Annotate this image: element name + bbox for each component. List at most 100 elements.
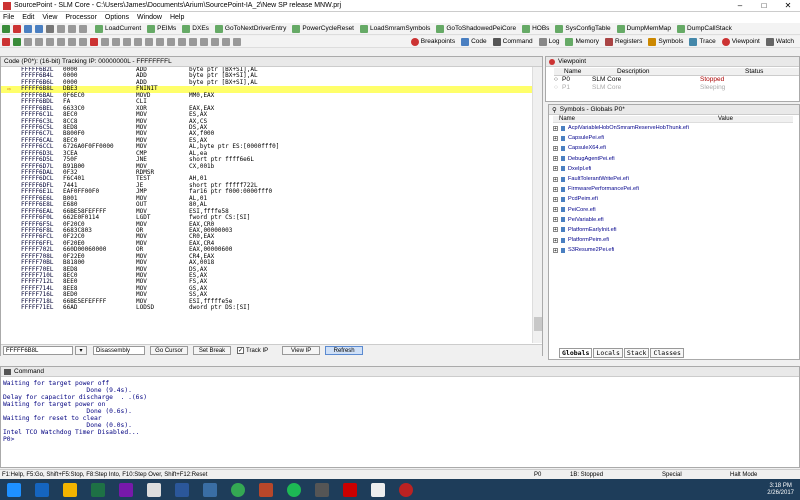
settings-icon[interactable] — [79, 24, 87, 33]
edge-icon[interactable] — [35, 482, 49, 497]
symbol-item[interactable]: + CapsuleX64.efi — [553, 143, 793, 153]
sourcepoint-icon[interactable] — [399, 482, 413, 497]
btn-gotoshadowedpeicore[interactable]: GoToShadowedPeiCore — [436, 24, 516, 33]
menu-help[interactable]: Help — [170, 14, 184, 21]
btn-loadcurrent[interactable]: LoadCurrent — [95, 24, 141, 33]
btn-dumpmemmap[interactable]: DumpMemMap — [616, 24, 671, 33]
help-icon[interactable] — [233, 37, 241, 46]
cascade-icon[interactable] — [211, 37, 219, 46]
btn-registers[interactable]: Registers — [604, 37, 642, 46]
expand-icon[interactable]: + — [553, 156, 558, 162]
link-icon[interactable] — [134, 37, 142, 46]
symbol-item[interactable]: + FirmwarePerformancePei.efi — [553, 184, 793, 194]
track-ip-checkbox[interactable]: ✓ Track IP — [237, 347, 268, 354]
symbol-item[interactable]: + PcdPeim.efi — [553, 194, 793, 204]
address-input[interactable]: FFFFF6B8L — [3, 346, 73, 355]
step-into-icon[interactable] — [24, 24, 32, 33]
btn-breakpoints[interactable]: Breakpoints — [410, 37, 455, 46]
expand-icon[interactable]: + — [553, 237, 558, 243]
paint-icon[interactable] — [371, 482, 385, 497]
toggle-icon[interactable] — [222, 37, 230, 46]
reset-icon[interactable] — [46, 24, 54, 33]
run-icon[interactable] — [13, 37, 21, 46]
btn-trace[interactable]: Trace — [689, 37, 716, 46]
refresh-button[interactable]: Refresh — [325, 346, 364, 355]
menu-window[interactable]: Window — [137, 14, 162, 21]
bp-icon[interactable] — [101, 37, 109, 46]
powerpoint-icon[interactable] — [259, 482, 273, 497]
power-icon[interactable] — [90, 37, 98, 46]
expand-icon[interactable]: + — [553, 196, 558, 202]
expand-icon[interactable]: + — [553, 145, 558, 151]
menu-edit[interactable]: Edit — [22, 14, 34, 21]
expand-icon[interactable]: + — [553, 207, 558, 213]
excel-icon[interactable] — [91, 482, 105, 497]
menu-file[interactable]: File — [3, 14, 14, 21]
disassembly-view[interactable]: FFFFF6B2L 0000 ADD byte ptr [BX+SI],AL FFFFF… — [1, 67, 534, 343]
btn-dxes[interactable]: DXEs — [182, 24, 209, 33]
chip-icon[interactable] — [112, 37, 120, 46]
btn-loadsmramsymbols[interactable]: LoadSmramSymbols — [360, 24, 430, 33]
step-out-icon[interactable] — [46, 37, 54, 46]
tile-icon[interactable] — [200, 37, 208, 46]
app-icon[interactable] — [203, 482, 217, 497]
symbol-item[interactable]: + DxeIpl.efi — [553, 164, 793, 174]
expand-icon[interactable]: + — [553, 135, 558, 141]
set-break-button[interactable]: Set Break — [193, 346, 231, 355]
btn-memory[interactable]: Memory — [565, 37, 599, 46]
menu-processor[interactable]: Processor — [65, 14, 97, 21]
menu-view[interactable]: View — [42, 14, 57, 21]
expand-icon[interactable]: + — [553, 125, 558, 131]
btn-viewpoint[interactable]: Viewpoint — [721, 37, 760, 46]
code-row[interactable]: FFFFF71EL 66AD LODSD dword ptr DS:[SI] — [1, 304, 534, 311]
btn-symbols[interactable]: Symbols — [648, 37, 683, 46]
scroll-thumb[interactable] — [534, 317, 542, 331]
expand-icon[interactable]: + — [553, 247, 558, 253]
run-to-icon[interactable] — [57, 37, 65, 46]
reset-icon[interactable] — [68, 37, 76, 46]
windows-start-icon[interactable] — [7, 482, 21, 497]
step-over-icon[interactable] — [35, 24, 43, 33]
halt-icon[interactable] — [79, 37, 87, 46]
expand-icon[interactable]: + — [553, 217, 558, 223]
symbol-item[interactable]: + PeiCore.efi — [553, 205, 793, 215]
cpu-icon[interactable] — [123, 37, 131, 46]
step-icon[interactable] — [35, 37, 43, 46]
btn-code[interactable]: Code — [461, 37, 487, 46]
btn-gotonextdriverentry[interactable]: GoToNextDriverEntry — [214, 24, 286, 33]
expand-icon[interactable]: + — [553, 227, 558, 233]
acrobat-icon[interactable] — [343, 482, 357, 497]
symbol-item[interactable]: + PlatformEarlyInit.efi — [553, 225, 793, 235]
symbol-item[interactable]: + CapsulePei.efi — [553, 133, 793, 143]
target-icon[interactable] — [145, 37, 153, 46]
code-scrollbar[interactable] — [532, 67, 542, 343]
word-icon[interactable] — [175, 482, 189, 497]
btn-peims[interactable]: PEIMs — [147, 24, 176, 33]
minimize-button[interactable]: – — [728, 1, 752, 10]
cursor-icon[interactable] — [68, 24, 76, 33]
file-explorer-icon[interactable] — [63, 482, 77, 497]
symbol-item[interactable]: + FaultTolerantWritePei.efi — [553, 174, 793, 184]
btn-log[interactable]: Log — [538, 37, 559, 46]
btn-watch[interactable]: Watch — [765, 37, 794, 46]
tab-classes[interactable]: Classes — [650, 348, 684, 358]
viewpoint-row-p0[interactable]: ○ P0 SLM Core Stopped — [554, 76, 799, 84]
system-tray[interactable]: 3:18 PM 2/26/2017 — [767, 483, 800, 497]
symbol-item[interactable]: + PlatformPeim.efi — [553, 235, 793, 245]
notepad-icon[interactable] — [147, 482, 161, 497]
symbol-item[interactable]: + PeiVariable.efi — [553, 215, 793, 225]
view-ip-button[interactable]: View IP — [282, 346, 321, 355]
btn-sysconfigtable[interactable]: SysConfigTable — [555, 24, 611, 33]
viewpoint-row-p1[interactable]: ○ P1 SLM Core Sleeping — [554, 84, 799, 92]
list-icon[interactable] — [167, 37, 175, 46]
expand-icon[interactable]: + — [553, 176, 558, 182]
close-button[interactable]: ✕ — [776, 1, 800, 10]
symbol-item[interactable]: + S3Resume2Pei.efi — [553, 245, 793, 255]
go-cursor-button[interactable]: Go Cursor — [150, 346, 188, 355]
mode-select[interactable]: Disassembly — [93, 346, 145, 355]
go-icon[interactable] — [2, 24, 10, 33]
expand-icon[interactable]: + — [553, 166, 558, 172]
btn-powercyclereset[interactable]: PowerCycleReset — [292, 24, 354, 33]
grid-icon[interactable] — [156, 37, 164, 46]
record-icon[interactable] — [2, 37, 10, 46]
